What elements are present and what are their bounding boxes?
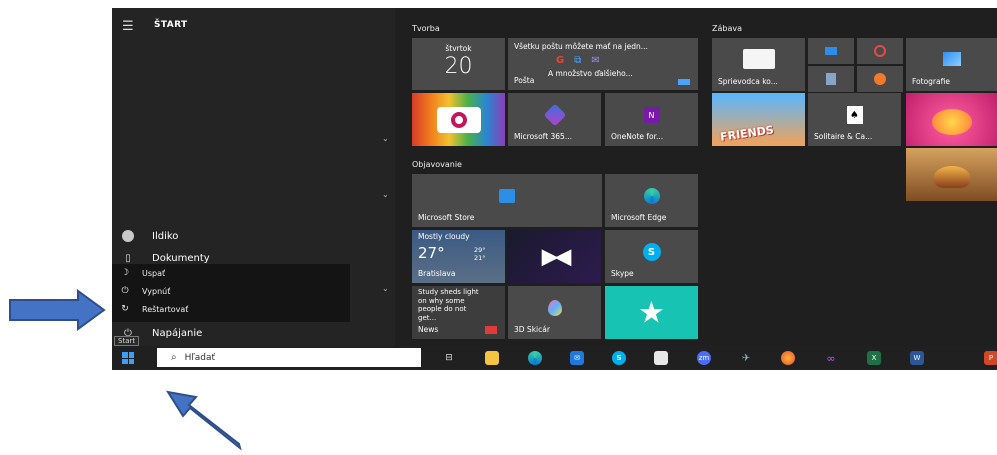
arrow-up-left-annotation — [165, 390, 242, 451]
annotation-arrows — [9, 289, 242, 451]
arrow-right-annotation — [9, 289, 106, 331]
